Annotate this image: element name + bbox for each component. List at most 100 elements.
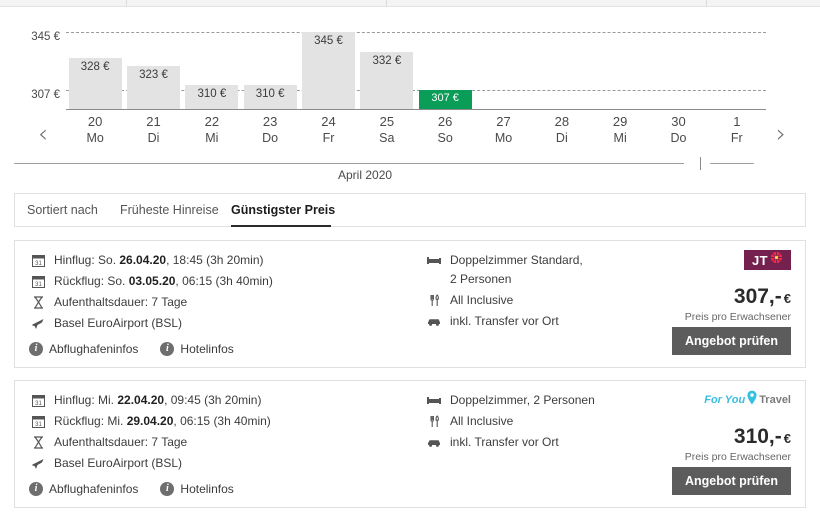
outbound-prefix: Hinflug: So. bbox=[54, 253, 120, 267]
outbound-prefix: Hinflug: Mi. bbox=[54, 393, 118, 407]
svg-text:31: 31 bbox=[35, 261, 42, 267]
day-column[interactable]: 28 Di bbox=[535, 113, 588, 146]
price-note: Preis pro Erwachsener bbox=[684, 311, 791, 323]
room-text: Doppelzimmer Standard, bbox=[450, 253, 583, 267]
day-column[interactable]: 25 Sa bbox=[360, 113, 413, 146]
price-bar[interactable]: 345 € bbox=[302, 32, 355, 109]
price-bar[interactable]: 323 € bbox=[127, 65, 180, 109]
axis-tick-max: 345 € bbox=[31, 31, 60, 43]
outbound-date: 26.04.20 bbox=[119, 253, 167, 267]
foryou-logo-text: For You bbox=[704, 394, 746, 406]
offer-card[interactable]: 31 Hinflug: So. 26.04.20, 18:45 (3h 20mi… bbox=[14, 240, 806, 368]
stay-duration-text: Aufenthaltsdauer: 7 Tage bbox=[54, 295, 188, 309]
day-column[interactable]: 23 Do bbox=[244, 113, 297, 146]
jt-logo-badge: JT bbox=[744, 250, 791, 270]
airport-info-link[interactable]: i Abflughafeninfos bbox=[29, 341, 138, 357]
price-bar[interactable]: 328 € bbox=[68, 57, 122, 109]
transfer-text: inkl. Transfer vor Ort bbox=[450, 435, 559, 449]
day-number: 28 bbox=[554, 114, 570, 129]
day-weekday: Do bbox=[670, 131, 687, 145]
day-column[interactable]: 24 Fr bbox=[302, 113, 355, 146]
next-dates-arrow[interactable]: › bbox=[768, 119, 794, 149]
bed-icon bbox=[425, 392, 443, 409]
active-tab-underline bbox=[231, 225, 331, 227]
stay-duration-text: Aufenthaltsdauer: 7 Tage bbox=[54, 435, 188, 449]
day-column[interactable]: 22 Mi bbox=[185, 113, 238, 146]
day-axis: 20 Mo 21 Di 22 Mi 23 Do 24 Fr 25 Sa 26 So 27 Mo 28 Di 29 Mi… bbox=[66, 113, 766, 153]
day-number: 20 bbox=[87, 114, 103, 129]
day-column[interactable]: 27 Mo bbox=[477, 113, 530, 146]
hourglass-icon bbox=[29, 434, 47, 451]
sort-label: Sortiert nach bbox=[27, 203, 98, 217]
tab-guenstigster-preis[interactable]: Günstigster Preis bbox=[231, 203, 335, 217]
return-flight-row: 31 Rückflug: Mi. 29.04.20, 06:15 (3h 40m… bbox=[29, 412, 429, 431]
check-offer-button[interactable]: Angebot prüfen bbox=[671, 467, 791, 495]
chart-plot-area: 328 € 323 € 310 € 310 € 345 € 332 € 307 € bbox=[66, 21, 766, 109]
day-number: 23 bbox=[262, 114, 278, 129]
day-weekday: Fr bbox=[730, 131, 743, 145]
price-bar-label: 310 € bbox=[197, 88, 227, 101]
airport-info-label: Abflughafeninfos bbox=[49, 482, 139, 496]
airport-row: Basel EuroAirport (BSL) bbox=[29, 314, 429, 333]
hotel-info-link[interactable]: i Hotelinfos bbox=[160, 481, 234, 497]
day-number: 27 bbox=[496, 114, 511, 129]
price-bar[interactable]: 307 € bbox=[418, 90, 472, 109]
day-column[interactable]: 26 So bbox=[419, 113, 472, 146]
provider-logo: For You Travel bbox=[591, 389, 791, 411]
hotel-info-link[interactable]: i Hotelinfos bbox=[160, 341, 234, 357]
flower-icon bbox=[770, 251, 783, 269]
bed-icon bbox=[425, 252, 443, 269]
offer-flight-details: 31 Hinflug: So. 26.04.20, 18:45 (3h 20mi… bbox=[29, 251, 429, 335]
tab-frueheste-hinreise[interactable]: Früheste Hinreise bbox=[120, 203, 219, 217]
return-prefix: Rückflug: So. bbox=[54, 274, 129, 288]
room-text: Doppelzimmer, 2 Personen bbox=[450, 393, 595, 407]
price-bar-label: 332 € bbox=[372, 54, 402, 67]
day-weekday: Mi bbox=[613, 131, 627, 145]
stay-duration-row: Aufenthaltsdauer: 7 Tage bbox=[29, 293, 429, 312]
sort-bar: Sortiert nach Früheste Hinreise Günstigs… bbox=[14, 193, 806, 227]
check-offer-button[interactable]: Angebot prüfen bbox=[671, 327, 791, 355]
board-text: All Inclusive bbox=[450, 293, 514, 307]
price-bars: 328 € 323 € 310 € 310 € 345 € 332 € 307 € bbox=[66, 21, 766, 109]
price-calendar-chart: 345 € 307 € 328 € 323 € 310 € 310 € 345 € 332… bbox=[0, 7, 820, 182]
day-weekday: So bbox=[437, 131, 453, 145]
stay-duration-row: Aufenthaltsdauer: 7 Tage bbox=[29, 433, 429, 452]
day-column[interactable]: 21 Di bbox=[127, 113, 180, 146]
price-bar-label: 307 € bbox=[431, 92, 459, 104]
month-rule-may bbox=[710, 163, 754, 164]
prev-dates-arrow[interactable]: ‹ bbox=[30, 119, 56, 149]
page-root: 345 € 307 € 328 € 323 € 310 € 310 € 345 € 332… bbox=[0, 0, 820, 520]
price-bar[interactable]: 332 € bbox=[360, 51, 414, 109]
calendar-icon: 31 bbox=[29, 273, 47, 290]
outbound-flight-row: 31 Hinflug: So. 26.04.20, 18:45 (3h 20mi… bbox=[29, 251, 429, 270]
price-bar-label: 310 € bbox=[255, 88, 285, 101]
day-weekday: Di bbox=[555, 131, 568, 145]
day-column[interactable]: 29 Mi bbox=[594, 113, 647, 146]
car-icon bbox=[425, 434, 443, 451]
car-icon bbox=[425, 313, 443, 330]
day-column[interactable]: 30 Do bbox=[652, 113, 705, 146]
offer-card[interactable]: 31 Hinflug: Mi. 22.04.20, 09:45 (3h 20mi… bbox=[14, 380, 806, 508]
foryou-travel-logo: For You Travel bbox=[704, 390, 791, 410]
day-weekday: Do bbox=[262, 131, 279, 145]
info-icon: i bbox=[160, 482, 175, 496]
month-rule-april bbox=[14, 163, 684, 164]
airport-info-link[interactable]: i Abflughafeninfos bbox=[29, 481, 138, 497]
day-column[interactable]: 1 Fr bbox=[710, 113, 763, 146]
travel-logo-text: Travel bbox=[759, 394, 791, 406]
price-bar[interactable]: 310 € bbox=[243, 85, 297, 109]
hotel-info-label: Hotelinfos bbox=[180, 482, 234, 496]
price-bar[interactable]: 310 € bbox=[185, 85, 239, 109]
offer-info-links: i Abflughafeninfos i Hotelinfos bbox=[29, 481, 234, 497]
return-prefix: Rückflug: Mi. bbox=[54, 414, 127, 428]
provider-logo: JT bbox=[591, 249, 791, 271]
airplane-icon bbox=[29, 315, 47, 332]
day-number: 24 bbox=[321, 114, 336, 129]
info-icon: i bbox=[29, 482, 43, 496]
board-text: All Inclusive bbox=[450, 414, 514, 428]
calendar-icon: 31 bbox=[29, 252, 47, 269]
day-weekday: Sa bbox=[379, 131, 395, 145]
day-weekday: Mi bbox=[205, 131, 219, 145]
day-column[interactable]: 20 Mo bbox=[69, 113, 122, 146]
day-number: 29 bbox=[612, 114, 628, 129]
